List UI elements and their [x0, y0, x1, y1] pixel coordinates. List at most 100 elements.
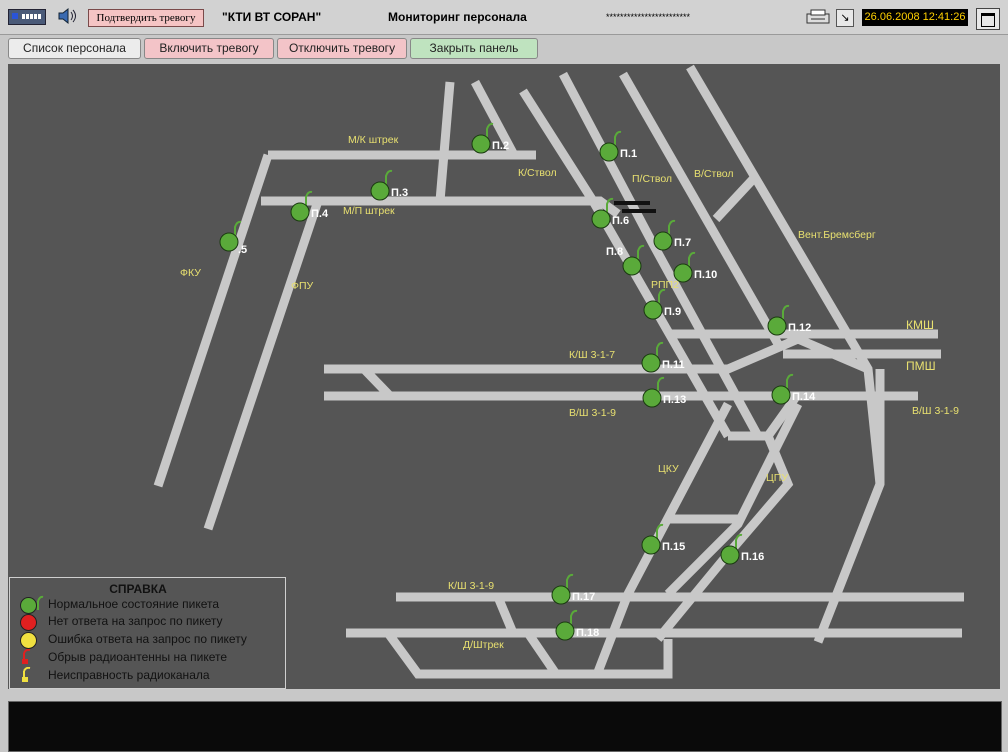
picket-marker[interactable]	[720, 545, 740, 565]
picket-label: П.18	[576, 627, 599, 639]
exit-icon[interactable]: ↘	[836, 9, 854, 27]
map-label-vsh319a: В/Ш 3-1-9	[569, 407, 616, 419]
picket-marker[interactable]	[555, 621, 575, 641]
map-label-ksh319: К/Ш 3-1-9	[448, 580, 494, 592]
picket-p12[interactable]: П.12	[767, 304, 811, 336]
picket-marker[interactable]	[219, 232, 239, 252]
picket-label: П.13	[663, 394, 686, 406]
alarm-off-button[interactable]: Отключить тревогу	[277, 38, 407, 59]
picket-label: П.9	[664, 306, 681, 318]
picket-marker[interactable]	[673, 263, 693, 283]
map-label-vstvol: В/Ствол	[694, 168, 734, 180]
keyboard-icon[interactable]	[8, 9, 46, 25]
confirm-alarm-button[interactable]: Подтвердить тревогу	[88, 9, 204, 27]
antenna-icon	[385, 169, 393, 185]
antenna-icon	[566, 573, 574, 589]
picket-label: П.4	[311, 208, 329, 220]
legend-text: Обрыв радиоантенны на пикете	[48, 650, 228, 664]
picket-label: .5	[238, 244, 247, 256]
window-title: Мониторинг персонала	[388, 10, 527, 24]
antenna-icon	[668, 219, 676, 235]
picket-label: П.12	[788, 322, 811, 334]
window-icon[interactable]	[976, 8, 1000, 30]
map-label-cpu: ЦПУ	[766, 472, 788, 484]
antenna-icon	[570, 609, 578, 625]
staff-list-button[interactable]: Список персонала	[8, 38, 141, 59]
picket-marker[interactable]	[643, 300, 663, 320]
picket-marker[interactable]	[622, 256, 642, 276]
map-label-fpu: ФПУ	[291, 280, 314, 292]
alarm-on-button[interactable]: Включить тревогу	[144, 38, 274, 59]
antenna-icon	[486, 122, 494, 138]
picket-marker[interactable]	[641, 535, 661, 555]
picket-label: П.7	[674, 237, 691, 249]
picket-p3[interactable]: П.3	[370, 169, 408, 201]
faulty-radio-icon	[22, 667, 31, 682]
map-label-ksh317: К/Ш 3-1-7	[569, 349, 615, 361]
picket-label: П.6	[612, 215, 629, 227]
legend-text: Ошибка ответа на запрос по пикету	[48, 632, 247, 646]
picket-p10[interactable]: П.10	[673, 251, 717, 283]
legend: СПРАВКА Нормальное состояние пикета Нет …	[9, 577, 286, 689]
antenna-icon	[782, 304, 790, 320]
title-bar: Подтвердить тревогу "КТИ ВТ СОРАН" Монит…	[0, 0, 1008, 35]
antenna-icon	[658, 288, 666, 304]
picket-marker[interactable]	[370, 181, 390, 201]
picket-label: П.3	[391, 187, 408, 199]
antenna-icon	[637, 244, 645, 260]
picket-marker[interactable]	[771, 385, 791, 405]
speaker-icon[interactable]	[57, 7, 79, 25]
red-dot-icon	[20, 614, 37, 631]
yellow-dot-icon	[20, 632, 37, 649]
map-label-pstvol: П/Ствол	[632, 173, 672, 185]
map-label-dshtrek: Д/Штрек	[463, 639, 504, 651]
picket-marker[interactable]	[591, 209, 611, 229]
picket-p1[interactable]: П.1	[599, 130, 637, 162]
map-label-vsh319b: В/Ш 3-1-9	[912, 405, 959, 417]
picket-marker[interactable]	[471, 134, 491, 154]
picket-marker[interactable]	[767, 316, 787, 336]
map-label-fku: ФКУ	[180, 267, 201, 279]
picket-label: П.11	[662, 359, 685, 371]
close-panel-button[interactable]: Закрыть панель	[410, 38, 538, 59]
legend-text: Неисправность радиоканала	[48, 668, 210, 682]
picket-marker[interactable]	[599, 142, 619, 162]
picket-p7[interactable]: П.7	[653, 219, 691, 251]
picket-marker[interactable]	[653, 231, 673, 251]
antenna-icon	[656, 341, 664, 357]
map-label-vent: Вент.Бремсберг	[798, 229, 876, 241]
picket-label: П.1	[620, 148, 637, 160]
broken-antenna-icon	[22, 649, 31, 664]
legend-title: СПРАВКА	[109, 582, 167, 596]
picket-label: П.15	[662, 541, 685, 553]
picket-p14[interactable]: П.14	[771, 373, 816, 405]
picket-label: П.17	[572, 591, 595, 603]
map-label-pmsh: ПМШ	[906, 359, 936, 373]
picket-p17[interactable]: П.17	[551, 573, 595, 605]
picket-marker[interactable]	[551, 585, 571, 605]
antenna-icon	[688, 251, 696, 267]
clock: 26.06.2008 12:41:26	[862, 9, 968, 26]
picket-label: П.2	[492, 140, 509, 152]
map-label-cku: ЦКУ	[658, 463, 679, 475]
user-mask: ************************	[606, 12, 691, 22]
antenna-icon	[657, 376, 665, 392]
antenna-icon	[786, 373, 794, 389]
picket-p18[interactable]: П.18	[555, 609, 599, 641]
map-label-kmsh: КМШ	[906, 318, 934, 332]
picket-marker[interactable]	[642, 388, 662, 408]
picket-label: П.16	[741, 551, 764, 563]
printer-icon[interactable]	[806, 9, 830, 25]
antenna-icon	[37, 595, 44, 610]
picket-label: П.10	[694, 269, 717, 281]
organization-name: "КТИ ВТ СОРАН"	[222, 10, 322, 24]
picket-label: П.14	[792, 391, 816, 403]
map-label-mp: М/П штрек	[343, 205, 395, 217]
picket-marker[interactable]	[290, 202, 310, 222]
status-bar	[8, 701, 1002, 752]
legend-text: Нормальное состояние пикета	[48, 597, 220, 611]
picket-marker[interactable]	[641, 353, 661, 373]
antenna-icon	[614, 130, 622, 146]
legend-text: Нет ответа на запрос по пикету	[48, 614, 223, 628]
picket-label: П.8	[606, 246, 623, 258]
